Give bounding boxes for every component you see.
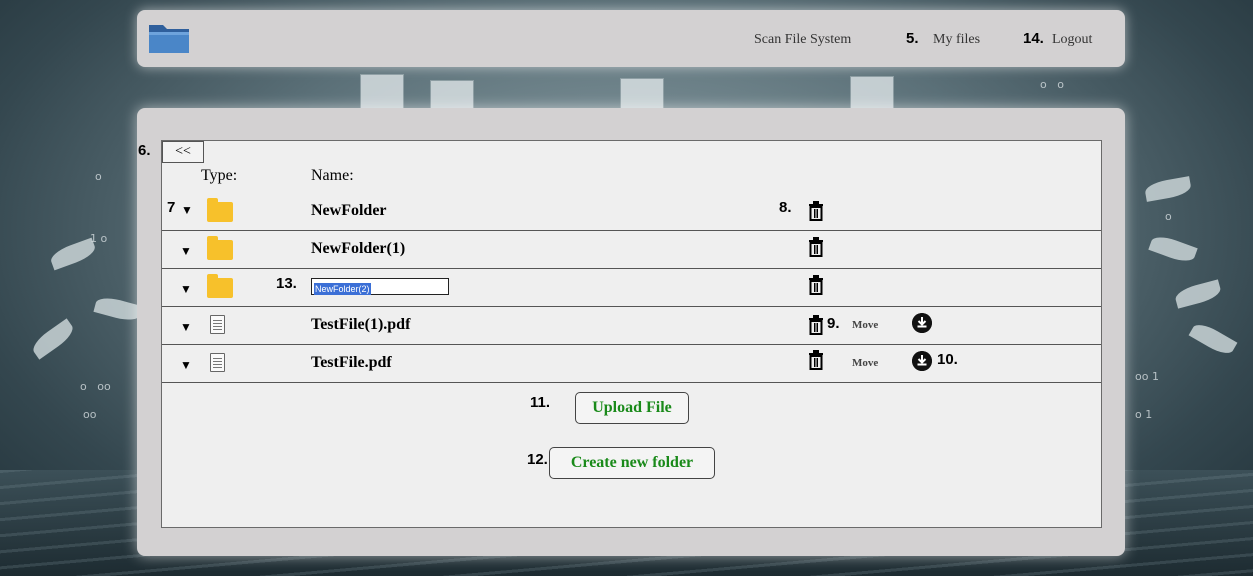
annotation-number: 13. xyxy=(276,275,297,292)
file-browser-panel: 6. << Type: Name: 7 ▼ NewFolder 8. ▼ New… xyxy=(137,108,1125,556)
file-row-testfile[interactable]: ▼ TestFile.pdf Move 10. xyxy=(162,345,1101,383)
file-row-newfolder-1[interactable]: ▼ NewFolder(1) xyxy=(162,231,1101,269)
item-name[interactable]: NewFolder xyxy=(311,202,387,220)
file-row-testfile-1[interactable]: ▼ TestFile(1).pdf 9. Move xyxy=(162,307,1101,345)
file-list-container: << Type: Name: 7 ▼ NewFolder 8. ▼ NewFol… xyxy=(161,140,1102,528)
download-icon[interactable] xyxy=(912,351,932,371)
file-row-newfolder[interactable]: 7 ▼ NewFolder 8. xyxy=(162,193,1101,231)
download-icon[interactable] xyxy=(912,313,932,333)
rename-input-value: NewFolder(2) xyxy=(314,283,371,295)
background-leaf xyxy=(1188,319,1238,359)
trash-icon[interactable] xyxy=(808,350,824,370)
background-leaf xyxy=(1173,279,1223,309)
annotation-number: 5. xyxy=(906,30,919,47)
upload-file-button[interactable]: Upload File xyxy=(575,392,689,424)
document-icon xyxy=(210,315,225,334)
create-new-folder-button[interactable]: Create new folder xyxy=(549,447,715,479)
expand-caret-icon[interactable]: ▼ xyxy=(181,203,193,218)
file-row-newfolder-2[interactable]: ▼ 13. NewFolder(2) xyxy=(162,269,1101,307)
expand-caret-icon[interactable]: ▼ xyxy=(180,244,192,259)
annotation-number: 9. xyxy=(827,315,840,332)
item-name[interactable]: TestFile(1).pdf xyxy=(311,316,410,334)
annotation-number: 11. xyxy=(530,394,551,411)
folder-icon xyxy=(207,198,233,222)
background-paper xyxy=(850,76,894,112)
folder-logo-icon[interactable] xyxy=(147,21,191,55)
trash-icon[interactable] xyxy=(808,315,824,335)
background-leaf xyxy=(93,294,143,324)
logout-link[interactable]: Logout xyxy=(1052,32,1092,48)
annotation-number: 10. xyxy=(937,351,958,368)
my-files-link[interactable]: My files xyxy=(933,32,980,48)
rename-input[interactable]: NewFolder(2) xyxy=(311,278,449,295)
name-column-header: Name: xyxy=(311,167,354,184)
back-button[interactable]: << xyxy=(162,141,204,163)
move-button[interactable]: Move xyxy=(852,319,878,331)
background-leaf xyxy=(1143,176,1193,202)
folder-icon xyxy=(207,236,233,260)
annotation-number: 7 xyxy=(167,199,176,216)
type-column-header: Type: xyxy=(201,167,238,184)
move-button[interactable]: Move xyxy=(852,357,878,369)
background-leaf xyxy=(28,318,78,360)
trash-icon[interactable] xyxy=(808,275,824,295)
folder-icon xyxy=(207,274,233,298)
item-name[interactable]: TestFile.pdf xyxy=(311,354,392,372)
annotation-number: 12. xyxy=(527,451,548,468)
annotation-number: 6. xyxy=(138,142,151,159)
background-paper xyxy=(360,74,404,110)
expand-caret-icon[interactable]: ▼ xyxy=(180,282,192,297)
top-navbar: Scan File System 5. My files 14. Logout xyxy=(137,10,1125,67)
document-icon xyxy=(210,353,225,372)
background-leaf xyxy=(1148,232,1198,266)
trash-icon[interactable] xyxy=(808,201,824,221)
expand-caret-icon[interactable]: ▼ xyxy=(180,358,192,373)
expand-caret-icon[interactable]: ▼ xyxy=(180,320,192,335)
scan-file-system-link[interactable]: Scan File System xyxy=(754,32,851,48)
annotation-number: 8. xyxy=(779,199,792,216)
trash-icon[interactable] xyxy=(808,237,824,257)
annotation-number: 14. xyxy=(1023,30,1044,47)
item-name[interactable]: NewFolder(1) xyxy=(311,240,405,258)
